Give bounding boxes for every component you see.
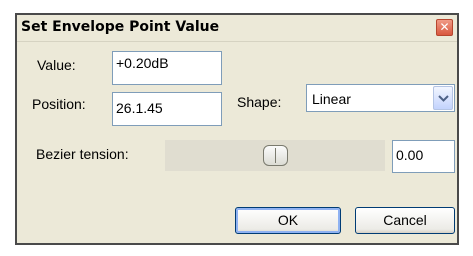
close-icon[interactable]: ✕ bbox=[436, 19, 453, 36]
shape-selected-value: Linear bbox=[312, 91, 351, 107]
bezier-tension-slider[interactable] bbox=[165, 140, 385, 171]
value-label: Value: bbox=[37, 57, 76, 73]
set-envelope-point-dialog: Set Envelope Point Value ✕ Value: +0.20d… bbox=[15, 13, 459, 245]
shape-label: Shape: bbox=[237, 94, 282, 110]
position-input[interactable]: 26.1.45 bbox=[112, 92, 222, 126]
title-bar[interactable]: Set Envelope Point Value ✕ bbox=[17, 15, 457, 42]
chevron-down-icon[interactable] bbox=[433, 86, 453, 110]
bezier-tension-label: Bezier tension: bbox=[36, 146, 129, 162]
value-input[interactable]: +0.20dB bbox=[112, 51, 222, 85]
ok-button[interactable]: OK bbox=[235, 207, 341, 234]
dialog-title: Set Envelope Point Value bbox=[21, 19, 220, 35]
position-label: Position: bbox=[32, 96, 86, 112]
slider-thumb[interactable] bbox=[263, 145, 288, 166]
bezier-tension-input[interactable]: 0.00 bbox=[392, 140, 455, 173]
shape-select[interactable]: Linear bbox=[306, 84, 455, 112]
cancel-button[interactable]: Cancel bbox=[355, 207, 455, 234]
